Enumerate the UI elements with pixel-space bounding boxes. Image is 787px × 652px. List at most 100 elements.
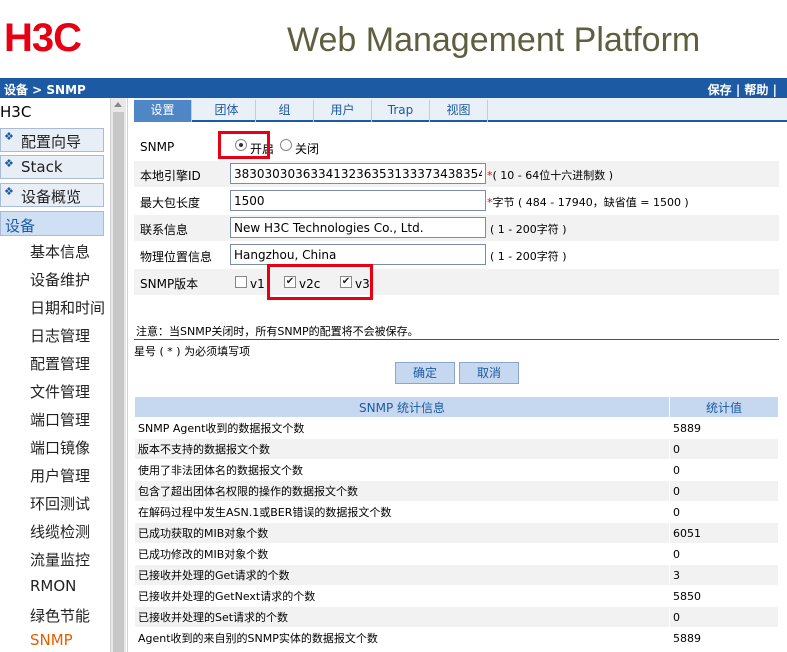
sidebar-item-snmp[interactable]: SNMP [30,631,73,649]
stat-name: 已接收并处理的GetNext请求的个数 [134,585,670,607]
column-header-name: SNMP 统计信息 [134,396,670,418]
sidebar-item-cable-test[interactable]: 线缆检测 [30,521,90,542]
sidebar-item-stack[interactable]: ❖ Stack [0,155,104,179]
h3c-logo: H3C [4,16,82,60]
sidebar: H3C ❖ 配置向导 ❖ Stack ❖ 设备概览 设备 基本信息 设备维护 日… [0,98,128,652]
stat-name: 使用了非法团体名的数据报文个数 [134,459,670,481]
contact-label: 联系信息 [140,223,189,237]
required-note: 星号 ( * ) 为必须填写项 [134,345,251,358]
scroll-thumb[interactable] [113,112,124,652]
scroll-up-icon[interactable] [114,102,122,107]
table-row: 在解码过程中发生ASN.1或BER错误的数据报文个数 0 [134,501,779,523]
engine-id-hint: *( 10 - 64位十六进制数 ) [487,167,613,183]
tab-settings[interactable]: 设置 [134,100,192,122]
location-row: 物理位置信息 ( 1 - 200字符 ) [134,242,779,268]
table-row: 已接收并处理的Set请求的个数 0 [134,606,779,628]
sidebar-item-rmon[interactable]: RMON [30,577,76,595]
stat-name: 已接收并处理的Get请求的个数 [134,564,670,586]
sidebar-item-config[interactable]: 配置管理 [30,353,90,374]
stat-value: 0 [669,438,779,460]
table-row: SNMP Agent收到的数据报文个数 5889 [134,417,779,439]
engine-id-row: 本地引擎ID *( 10 - 64位十六进制数 ) [134,161,779,187]
sidebar-item-ports[interactable]: 端口管理 [30,409,90,430]
divider [134,339,779,340]
location-input[interactable] [230,244,486,265]
table-row: 已接收并处理的Get请求的个数 3 [134,564,779,586]
stat-name: 已成功修改的MIB对象个数 [134,543,670,565]
sidebar-item-log[interactable]: 日志管理 [30,325,90,346]
tab-view[interactable]: 视图 [430,100,488,122]
tab-trap[interactable]: Trap [372,100,430,122]
sidebar-item-loopback[interactable]: 环回测试 [30,493,90,514]
main-content: 设置 团体 组 用户 Trap 视图 SNMP 开启 关闭 本地引擎ID *( … [134,98,787,652]
v1-checkbox[interactable] [235,276,247,288]
sidebar-section-label: 设备 [5,217,36,235]
sidebar-section-device[interactable]: 设备 [0,211,104,236]
table-row: 已接收并处理的GetNext请求的个数 5850 [134,585,779,607]
table-row: 已成功获取的MIB对象个数 6051 [134,522,779,544]
stat-name: 已接收并处理的Set请求的个数 [134,606,670,628]
cancel-button[interactable]: 取消 [459,362,519,384]
engine-id-input[interactable] [230,163,486,184]
packet-size-input[interactable] [230,190,486,211]
stat-name: 在解码过程中发生ASN.1或BER错误的数据报文个数 [134,501,670,523]
save-link[interactable]: 保存 [708,83,732,97]
diamond-icon: ❖ [4,157,14,170]
stat-value: 5889 [669,627,779,649]
stat-value: 6051 [669,522,779,544]
stat-name: 包含了超出团体名权限的操作的数据报文个数 [134,480,670,502]
stat-value: 3 [669,564,779,586]
location-label: 物理位置信息 [140,250,213,264]
stat-value: 0 [669,606,779,628]
contact-row: 联系信息 ( 1 - 200字符 ) [134,215,779,241]
v1-label: v1 [250,277,265,291]
table-row: 包含了超出团体名权限的操作的数据报文个数 0 [134,480,779,502]
sidebar-item-files[interactable]: 文件管理 [30,381,90,402]
sidebar-item-datetime[interactable]: 日期和时间 [30,297,105,318]
tab-group[interactable]: 组 [256,100,314,122]
help-link[interactable]: 帮助 [744,83,768,97]
sidebar-item-mirroring[interactable]: 端口镜像 [30,437,90,458]
tab-bar: 设置 团体 组 用户 Trap 视图 [134,98,787,122]
sidebar-scrollbar[interactable] [110,98,126,652]
table-header-row: SNMP 统计信息 统计值 [134,396,779,418]
stat-name: Agent收到的来自别的SNMP实体的数据报文个数 [134,627,670,649]
snmp-label: SNMP [140,140,175,154]
sidebar-item-traffic[interactable]: 流量监控 [30,549,90,570]
packet-size-hint-text: 字节 ( 484 - 17940，缺省值 = 1500 ) [492,196,689,209]
sidebar-item-wizard[interactable]: ❖ 配置向导 [0,128,104,152]
highlight-box [267,264,373,300]
breadcrumb: 设备 > SNMP [4,83,86,97]
snmp-stats-table: SNMP 统计信息 统计值 SNMP Agent收到的数据报文个数 5889 版本… [134,396,779,649]
diamond-icon: ❖ [4,130,14,143]
sidebar-item-basic-info[interactable]: 基本信息 [30,241,90,262]
stat-name: 已成功获取的MIB对象个数 [134,522,670,544]
stat-name: SNMP Agent收到的数据报文个数 [134,417,670,439]
sidebar-root: H3C [0,103,32,121]
snmp-off-radio[interactable] [280,139,292,151]
table-row: 使用了非法团体名的数据报文个数 0 [134,459,779,481]
ok-button[interactable]: 确定 [395,362,455,384]
sidebar-item-label: 配置向导 [21,133,82,151]
separator: | [735,83,741,97]
sidebar-item-energy[interactable]: 绿色节能 [30,605,90,626]
packet-size-row: 最大包长度 *字节 ( 484 - 17940，缺省值 = 1500 ) [134,188,779,214]
sidebar-item-users[interactable]: 用户管理 [30,465,90,486]
stat-value: 0 [669,480,779,502]
sidebar-item-maintenance[interactable]: 设备维护 [30,269,90,290]
contact-input[interactable] [230,217,486,238]
tab-user[interactable]: 用户 [314,100,372,122]
tab-community[interactable]: 团体 [198,100,256,122]
location-hint: ( 1 - 200字符 ) [490,250,567,263]
packet-size-hint: *字节 ( 484 - 17940，缺省值 = 1500 ) [487,194,689,210]
packet-size-label: 最大包长度 [140,196,201,210]
stat-value: 5889 [669,417,779,439]
stat-value: 0 [669,543,779,565]
engine-id-label: 本地引擎ID [140,169,201,183]
stat-value: 5850 [669,585,779,607]
sidebar-item-label: 设备概览 [21,188,82,206]
sidebar-item-overview[interactable]: ❖ 设备概览 [0,183,104,207]
highlight-box [218,131,270,159]
contact-hint: ( 1 - 200字符 ) [490,223,567,236]
stat-name: 版本不支持的数据报文个数 [134,438,670,460]
